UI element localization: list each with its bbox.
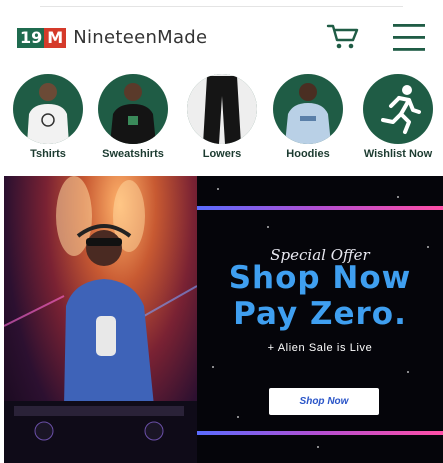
- dj-photo: [4, 176, 197, 463]
- promo-headline-1: Shop Now: [228, 260, 412, 296]
- promo-bottom-bar: [197, 431, 443, 435]
- category-lowers[interactable]: Lowers: [177, 74, 267, 160]
- promo-subtext: + Alien Sale is Live: [267, 342, 373, 354]
- site-header: 19 M NineteenMade: [0, 0, 443, 70]
- logo-mark-letter: M: [44, 27, 67, 48]
- lowers-thumbnail: [187, 74, 257, 144]
- category-hoodies[interactable]: Hoodies: [263, 74, 353, 160]
- category-label: Lowers: [202, 148, 242, 160]
- sweatshirts-thumbnail: [98, 74, 168, 144]
- category-label: Tshirts: [30, 148, 66, 160]
- category-label: Wishlist Now: [363, 148, 433, 160]
- running-man-icon: [363, 74, 433, 144]
- promo-panel: Special Offer Shop Now Pay Zero. + Alien…: [197, 176, 443, 463]
- promo-headline-2: Pay Zero.: [233, 296, 407, 332]
- category-strip: Tshirts Sweatshirts Lowers Hoodies Wishl…: [0, 74, 443, 166]
- logo-mark-number: 19: [17, 27, 45, 48]
- category-sweatshirts[interactable]: Sweatshirts: [88, 74, 178, 160]
- shop-now-button[interactable]: Shop Now: [269, 388, 379, 415]
- tshirts-thumbnail: [13, 74, 83, 144]
- category-tshirts[interactable]: Tshirts: [3, 74, 93, 160]
- brand-name: NineteenMade: [73, 27, 208, 48]
- hero-banner[interactable]: Special Offer Shop Now Pay Zero. + Alien…: [4, 176, 443, 463]
- hamburger-menu-icon[interactable]: [392, 22, 426, 52]
- promo-top-bar: [197, 206, 443, 210]
- cart-icon[interactable]: [326, 22, 360, 52]
- category-label: Sweatshirts: [102, 148, 164, 160]
- brand-logo[interactable]: 19 M NineteenMade: [17, 27, 207, 48]
- category-wishlist[interactable]: Wishlist Now: [353, 74, 443, 160]
- hoodies-thumbnail: [273, 74, 343, 144]
- category-label: Hoodies: [286, 148, 330, 160]
- logo-mark: 19 M: [17, 27, 67, 48]
